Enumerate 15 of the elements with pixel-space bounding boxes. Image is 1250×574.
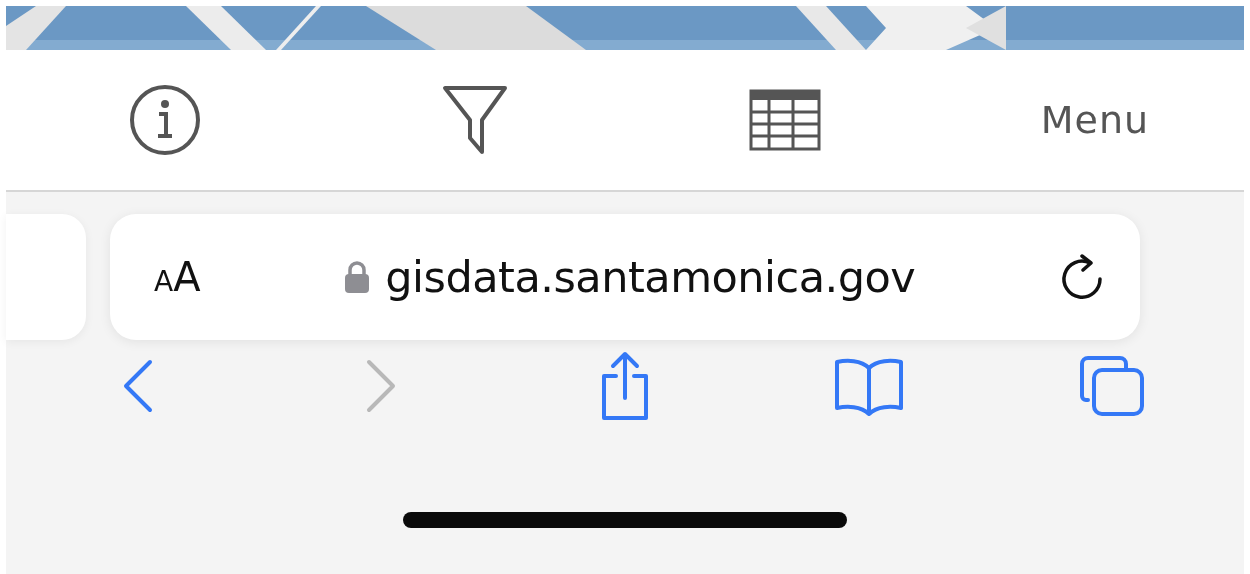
filter-icon xyxy=(442,84,508,156)
text-size-button[interactable]: AA xyxy=(154,254,201,300)
tabs-button[interactable] xyxy=(1078,354,1147,418)
reload-icon[interactable] xyxy=(1060,253,1104,301)
url-text: gisdata.santamonica.gov xyxy=(385,252,916,302)
menu-button[interactable]: Menu xyxy=(1040,98,1150,142)
book-icon xyxy=(832,356,905,416)
info-icon xyxy=(129,84,201,156)
table-button[interactable] xyxy=(749,89,821,151)
bookmarks-button[interactable] xyxy=(832,356,905,416)
filter-button[interactable] xyxy=(442,84,508,156)
info-button[interactable] xyxy=(129,84,201,156)
tabs-icon xyxy=(1078,354,1147,418)
address-bar[interactable]: AA gisdata.santamonica.gov xyxy=(110,214,1140,340)
table-icon xyxy=(749,89,821,151)
